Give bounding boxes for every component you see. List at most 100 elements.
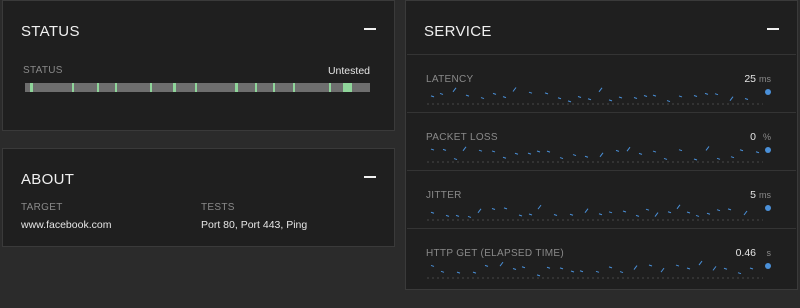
sparkline-segment <box>567 100 572 103</box>
sparkline-segment <box>743 210 748 216</box>
packet-loss-sparkline <box>427 146 771 163</box>
sparkline-segment <box>633 265 638 270</box>
sparkline-current-point <box>765 205 771 211</box>
sparkline-segment <box>618 96 623 99</box>
status-ok-segment <box>30 83 33 92</box>
status-collapse-icon[interactable] <box>364 28 376 30</box>
sparkline-segment <box>693 95 698 97</box>
sparkline-segment <box>727 208 732 211</box>
sparkline-segment <box>638 152 643 155</box>
sparkline-segment <box>595 270 600 273</box>
status-ok-segment <box>329 83 331 92</box>
status-ok-segment <box>293 83 295 92</box>
sparkline-segment <box>528 91 533 94</box>
http-get-sparkline <box>427 260 771 279</box>
sparkline-segment <box>729 96 734 101</box>
status-ok-segment <box>235 83 238 92</box>
sparkline-segment <box>744 97 749 100</box>
status-ok-segment <box>255 83 257 92</box>
sparkline-segment <box>430 148 435 151</box>
sparkline-segment <box>559 267 564 270</box>
sparkline-segment <box>648 264 653 267</box>
sparkline-segment <box>484 264 489 267</box>
about-panel-title: ABOUT <box>21 171 75 188</box>
sparkline-segment <box>514 152 519 155</box>
sparkline-segment <box>608 211 613 214</box>
sparkline-segment <box>716 157 721 160</box>
tests-label: TESTS <box>201 202 235 213</box>
status-ok-segment <box>72 83 74 92</box>
status-panel-title: STATUS <box>21 23 80 40</box>
sparkline-segment <box>491 150 496 153</box>
sparkline-segment <box>622 210 627 213</box>
metric-latency: LATENCY 25 ms <box>407 54 796 113</box>
sparkline-segment <box>663 157 668 160</box>
sparkline-segment <box>739 149 744 152</box>
target-value: www.facebook.com <box>21 219 112 231</box>
sparkline-segment <box>536 150 541 153</box>
sparkline-segment <box>686 211 691 214</box>
sparkline-segment <box>445 214 450 217</box>
sparkline-segment <box>693 158 698 161</box>
sparkline-segment <box>737 272 742 275</box>
tests-value: Port 80, Port 443, Ping <box>201 219 308 231</box>
sparkline-segment <box>626 146 631 152</box>
sparkline-segment <box>521 266 526 269</box>
sparkline-segment <box>579 270 584 273</box>
sparkline-segment <box>512 87 517 92</box>
about-collapse-icon[interactable] <box>364 176 376 178</box>
sparkline-current-point <box>765 263 771 269</box>
target-label: TARGET <box>21 202 63 213</box>
sparkline-segment <box>569 213 574 216</box>
sparkline-segment <box>643 95 648 97</box>
sparkline-segment <box>553 214 558 216</box>
sparkline-segment <box>704 92 709 95</box>
sparkline-segment <box>615 149 620 152</box>
sparkline-segment <box>502 96 507 99</box>
about-panel: ABOUT TARGET www.facebook.com TESTS Port… <box>2 148 395 247</box>
sparkline-segment <box>559 157 564 160</box>
sparkline-segment <box>666 100 671 103</box>
sparkline-segment <box>654 212 659 217</box>
sparkline-segment <box>678 95 683 98</box>
sparkline-segment <box>675 264 680 267</box>
status-ok-segment <box>343 83 352 92</box>
status-ok-segment <box>150 83 152 92</box>
sparkline-segment <box>695 214 700 217</box>
sparkline-segment <box>430 211 435 214</box>
status-label: STATUS <box>23 65 63 76</box>
status-ok-segment <box>195 83 197 92</box>
sparkline-segment <box>714 93 719 96</box>
sparkline-segment <box>645 208 650 211</box>
sparkline-segment <box>572 154 577 157</box>
sparkline-segment <box>723 267 728 270</box>
sparkline-segment <box>660 267 665 273</box>
sparkline-segment <box>706 212 711 215</box>
metric-jitter: JITTER 5 ms <box>407 170 796 229</box>
sparkline-segment <box>442 148 447 151</box>
status-ok-segment <box>115 83 117 92</box>
sparkline-segment <box>619 271 624 274</box>
sparkline-segment <box>584 155 589 158</box>
sparkline-segment <box>749 267 754 270</box>
service-panel-title: SERVICE <box>424 23 492 40</box>
sparkline-segment <box>455 214 460 217</box>
sparkline-segment <box>598 213 603 216</box>
sparkline-segment <box>430 264 435 267</box>
sparkline-segment <box>499 261 504 267</box>
sparkline-segment <box>652 150 657 153</box>
sparkline-current-point <box>765 147 771 153</box>
sparkline-segment <box>587 98 592 101</box>
service-panel: SERVICE LATENCY 25 ms PACKET LOSS 0 % JI… <box>405 0 798 290</box>
sparkline-segment <box>492 92 497 95</box>
sparkline-segment <box>557 97 562 100</box>
sparkline-segment <box>480 97 485 100</box>
sparkline-segment <box>755 151 760 154</box>
sparkline-segment <box>453 158 458 161</box>
sparkline-segment <box>686 267 691 270</box>
sparkline-segment <box>712 266 717 271</box>
service-collapse-icon[interactable] <box>767 28 779 30</box>
sparkline-segment <box>491 208 496 211</box>
sparkline-segment <box>430 95 435 98</box>
sparkline-segment <box>652 94 657 97</box>
